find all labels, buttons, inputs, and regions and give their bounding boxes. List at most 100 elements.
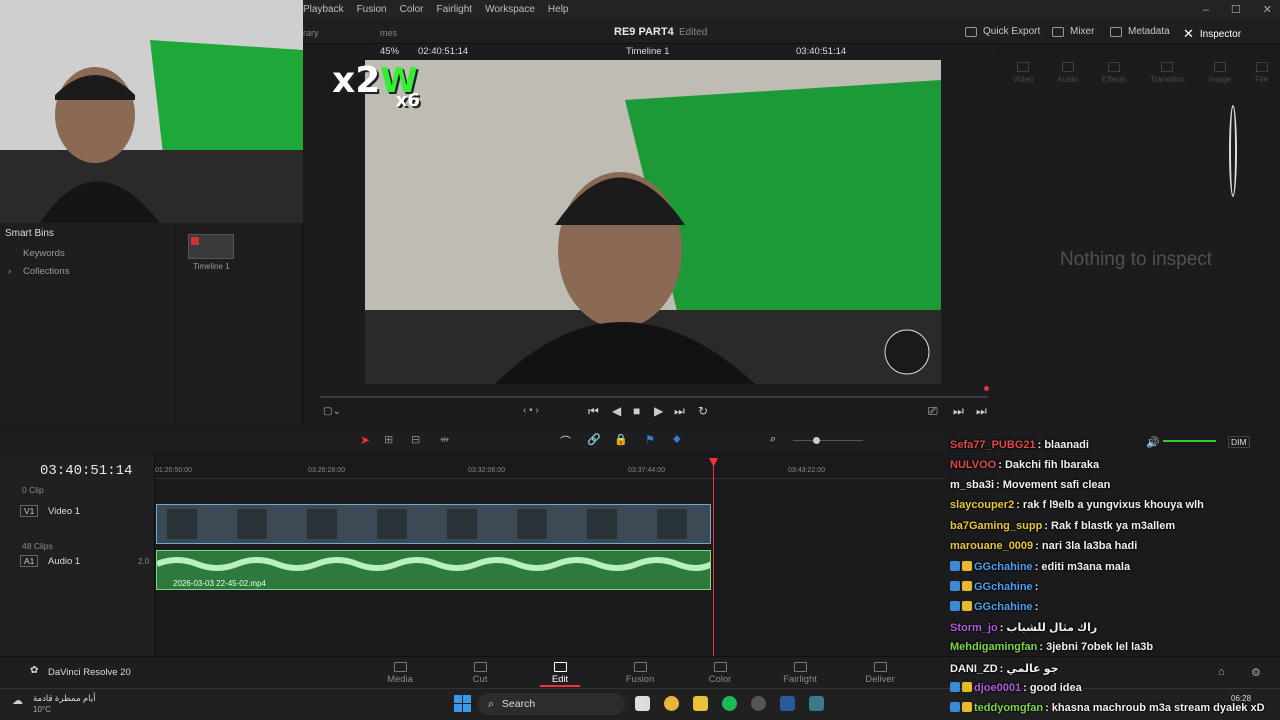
page-tab-deliver[interactable]: Deliver: [850, 662, 910, 685]
zoom-slider-handle[interactable]: [813, 437, 820, 444]
chat-username[interactable]: slaycouper2: [950, 499, 1014, 511]
inspector-panel: [1001, 60, 1280, 424]
chat-username[interactable]: Sefa77_PUBG21: [950, 439, 1036, 451]
marker-icon[interactable]: ⬥: [673, 433, 681, 446]
trim-tool-icon[interactable]: ⊞: [384, 433, 393, 446]
blade-tool-icon[interactable]: ⇹: [440, 433, 449, 446]
viewer-zoom[interactable]: 45%: [380, 46, 399, 57]
page-tab-fusion[interactable]: Fusion: [610, 662, 670, 685]
match-frame-icon[interactable]: ⎚: [928, 404, 938, 419]
obs-icon[interactable]: [751, 696, 766, 711]
metadata-button[interactable]: Metadata: [1110, 26, 1170, 37]
chat-message: teddyomgfan: khasna machroub m3a stream …: [950, 702, 1265, 714]
file-explorer-icon[interactable]: [693, 696, 708, 711]
expand-chevron-icon[interactable]: ›: [8, 266, 11, 277]
skip-start-icon[interactable]: ⏮: [588, 404, 599, 419]
audio-clip[interactable]: 2026-03-03 22-45-02.mp4: [156, 550, 711, 590]
a1-badge[interactable]: A1: [20, 555, 39, 567]
timeline-ruler[interactable]: 01:20:50:00 03:26:28:00 03:32:06:00 03:3…: [155, 463, 945, 479]
spotify-icon[interactable]: [722, 696, 737, 711]
chat-username[interactable]: ba7Gaming_supp: [950, 520, 1042, 532]
task-view-icon[interactable]: [635, 696, 650, 711]
scrubber-playhead[interactable]: [984, 386, 989, 391]
inspector-tab-transition[interactable]: Transition: [1150, 62, 1185, 98]
link-icon[interactable]: 🔗: [587, 433, 601, 446]
maximize-icon[interactable]: ☐: [1231, 3, 1241, 16]
timeline-badge-icon: [191, 237, 199, 245]
chat-username[interactable]: Mehdigamingfan: [950, 641, 1037, 653]
video-clip[interactable]: [156, 504, 711, 544]
chat-username[interactable]: GGchahine: [974, 561, 1033, 573]
inspector-tab-image[interactable]: Image: [1209, 62, 1231, 98]
chat-username[interactable]: Storm_jo: [950, 622, 998, 634]
playhead-line[interactable]: [713, 460, 714, 656]
weather-icon[interactable]: ☁: [12, 694, 23, 707]
loop-icon[interactable]: ↻: [698, 404, 708, 418]
partial-tab-library[interactable]: rary: [303, 28, 319, 38]
menu-fusion[interactable]: Fusion: [357, 4, 387, 15]
zoom-icon[interactable]: ⌕: [770, 433, 776, 446]
menu-color[interactable]: Color: [400, 4, 424, 15]
zoom-slider[interactable]: [793, 440, 863, 441]
chat-text: : rak f l9elb a yungvixus khouya wlh: [1016, 499, 1204, 511]
last-frame-icon[interactable]: ⏭: [976, 404, 987, 419]
v1-badge[interactable]: V1: [20, 505, 39, 517]
taskbar-search[interactable]: ⌕ Search: [478, 693, 625, 715]
viewer-options-icon[interactable]: ▢⌄: [323, 406, 341, 417]
selection-tool-icon[interactable]: ➤: [360, 433, 370, 447]
menu-fairlight[interactable]: Fairlight: [437, 4, 473, 15]
chat-username[interactable]: marouane_0009: [950, 540, 1033, 552]
flag-icon[interactable]: ⚑: [645, 433, 655, 446]
dynamic-trim-icon[interactable]: ⊟: [411, 433, 420, 446]
chat-username[interactable]: GGchahine: [974, 581, 1033, 593]
menu-playback[interactable]: Playback: [303, 4, 344, 15]
timeline-thumbnail[interactable]: [188, 234, 234, 259]
inspector-tab-video[interactable]: Video: [1013, 62, 1033, 98]
chat-username[interactable]: DANI_ZD: [950, 663, 998, 675]
collections-bin[interactable]: Collections: [23, 266, 69, 277]
inspector-tab-audio[interactable]: Audio: [1057, 62, 1078, 98]
lock-icon[interactable]: 🔒: [614, 433, 628, 446]
keywords-bin[interactable]: Keywords: [23, 248, 65, 259]
menu-help[interactable]: Help: [548, 4, 569, 15]
chat-username[interactable]: GGchahine: [974, 601, 1033, 613]
jog-icon[interactable]: ‹ • ›: [523, 405, 539, 416]
page-tab-edit[interactable]: Edit: [530, 662, 590, 685]
smart-bins-heading: Smart Bins: [5, 228, 54, 239]
play-icon[interactable]: ▶: [654, 404, 663, 418]
steam-icon[interactable]: [780, 696, 795, 711]
skip-end-icon[interactable]: ⏭: [674, 404, 685, 419]
windows-start-icon[interactable]: [454, 695, 471, 712]
page-tab-color[interactable]: Color: [690, 662, 750, 685]
timeline-timecode: 03:40:51:14: [40, 463, 133, 479]
page-tab-cut[interactable]: Cut: [450, 662, 510, 685]
chat-username[interactable]: m_sba3i: [950, 479, 994, 491]
minimize-icon[interactable]: –: [1203, 4, 1209, 16]
chat-username[interactable]: teddyomgfan: [974, 702, 1043, 714]
reverse-play-icon[interactable]: ◀: [612, 404, 621, 418]
inspector-button[interactable]: ✕ Inspector: [1183, 26, 1241, 42]
menu-workspace[interactable]: Workspace: [485, 4, 535, 15]
page-tab-fairlight[interactable]: Fairlight: [770, 662, 830, 685]
transition-icon: [1161, 62, 1174, 72]
chat-message: Storm_jo: راك مثال للشباب: [950, 621, 1097, 634]
stop-icon[interactable]: ■: [633, 404, 640, 418]
davinci-taskbar-icon[interactable]: [809, 696, 824, 711]
viewer-scrubber[interactable]: [320, 396, 988, 398]
close-icon[interactable]: ✕: [1263, 3, 1272, 16]
chrome-icon[interactable]: [664, 696, 679, 711]
partial-tab-timelines[interactable]: mes: [380, 28, 397, 38]
chat-username[interactable]: NULVOO: [950, 459, 996, 471]
inspector-tab-file[interactable]: File: [1255, 62, 1268, 98]
snapping-icon[interactable]: ⌒: [560, 433, 571, 449]
mixer-button[interactable]: Mixer: [1052, 26, 1094, 37]
inspector-tab-effects[interactable]: Effects: [1102, 62, 1126, 98]
quick-export-button[interactable]: Quick Export: [965, 26, 1040, 37]
video-viewer[interactable]: [365, 60, 941, 384]
page-tab-cut-label: Cut: [472, 674, 488, 685]
chat-username[interactable]: djoe0001: [974, 682, 1021, 694]
next-edit-icon[interactable]: ⏭: [953, 404, 964, 419]
media-page-icon: [393, 662, 407, 672]
page-tab-media[interactable]: Media: [370, 662, 430, 685]
timeline-selector[interactable]: Timeline 1: [626, 46, 669, 57]
